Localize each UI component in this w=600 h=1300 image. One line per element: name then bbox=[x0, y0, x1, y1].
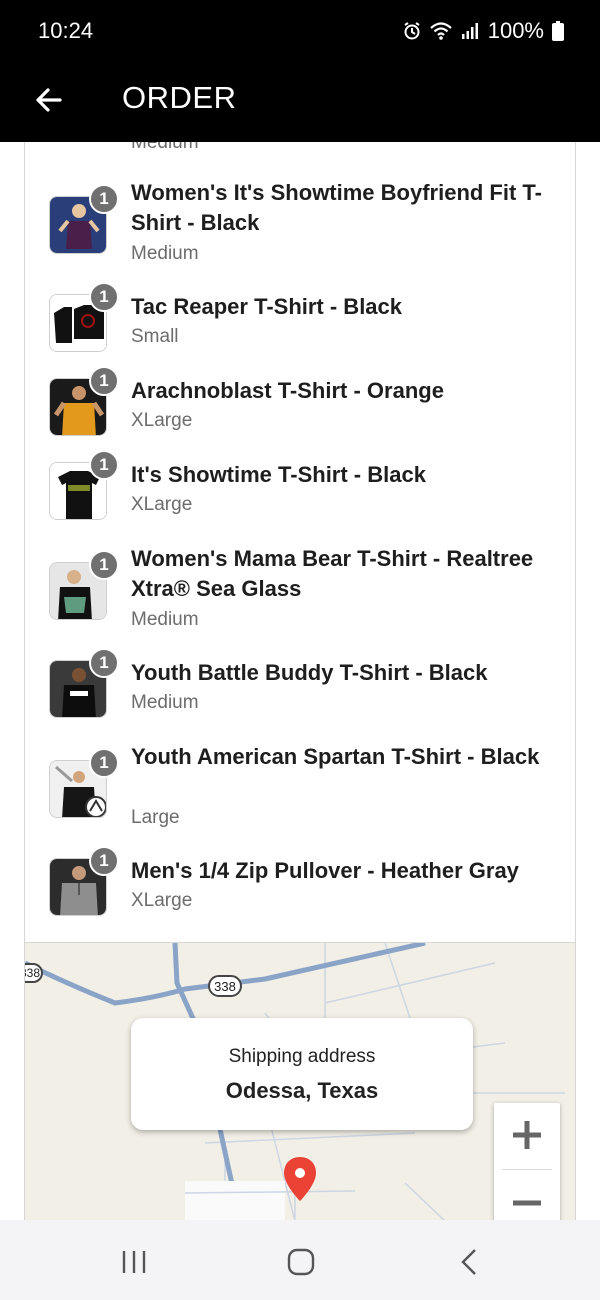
item-name: Youth Battle Buddy T-Shirt - Black bbox=[131, 660, 488, 685]
item-name: Women's Mama Bear T-Shirt - Realtree Xtr… bbox=[131, 546, 534, 601]
list-item[interactable]: 1 Arachnoblast T-Shirt - Orange XLarge bbox=[25, 366, 575, 436]
zoom-out-button[interactable] bbox=[494, 1171, 560, 1220]
item-name: Women's It's Showtime Boyfriend Fit T-Sh… bbox=[131, 180, 542, 235]
quantity-badge: 1 bbox=[89, 846, 119, 876]
list-item[interactable]: 1 Men's 1/4 Zip Pullover - Heather Gray … bbox=[25, 846, 575, 916]
page-title: ORDER bbox=[122, 80, 237, 115]
item-variant: Medium bbox=[131, 609, 199, 630]
item-variant: Medium bbox=[131, 243, 199, 264]
item-name: Arachnoblast T-Shirt - Orange bbox=[131, 378, 444, 403]
zoom-in-button[interactable] bbox=[494, 1103, 560, 1167]
shipping-address-label: Shipping address bbox=[228, 1046, 376, 1067]
item-name: Youth American Spartan T-Shirt - Black bbox=[131, 744, 540, 769]
plus-icon bbox=[513, 1121, 541, 1149]
item-variant: XLarge bbox=[131, 410, 193, 431]
quantity-badge: 1 bbox=[89, 550, 119, 580]
back-button[interactable] bbox=[26, 78, 70, 122]
item-variant: XLarge bbox=[131, 890, 193, 911]
recents-icon bbox=[122, 1251, 146, 1273]
list-item[interactable]: 1 It's Showtime T-Shirt - Black XLarge bbox=[25, 450, 575, 520]
list-item[interactable]: 1 Women's Mama Bear T-Shirt - Realtree X… bbox=[25, 544, 575, 634]
home-icon bbox=[287, 1248, 315, 1276]
zoom-control bbox=[494, 1103, 560, 1220]
chevron-left-icon bbox=[461, 1249, 476, 1275]
shipping-address-popup[interactable]: Shipping address Odessa, Texas bbox=[131, 1018, 473, 1130]
recents-button[interactable] bbox=[114, 1242, 154, 1282]
item-variant: Medium bbox=[131, 142, 199, 153]
road-shield: 338 bbox=[208, 975, 242, 997]
quantity-badge: 1 bbox=[89, 366, 119, 396]
alarm-icon bbox=[404, 22, 420, 40]
quantity-badge: 1 bbox=[89, 748, 119, 778]
map-pin-icon[interactable] bbox=[283, 1157, 317, 1201]
quantity-badge: 1 bbox=[89, 184, 119, 214]
list-item[interactable]: 1 Youth Battle Buddy T-Shirt - Black Med… bbox=[25, 648, 575, 718]
shipping-map[interactable]: 338 338 Shipping address Odessa, Texas bbox=[25, 942, 575, 1220]
item-variant: Small bbox=[131, 326, 179, 347]
app-bar: ORDER bbox=[0, 64, 600, 142]
item-variant: XLarge bbox=[131, 494, 193, 515]
item-variant: Large bbox=[131, 807, 180, 828]
status-bar: 10:24 100% bbox=[0, 0, 600, 64]
status-time: 10:24 bbox=[38, 18, 94, 43]
zoom-divider bbox=[502, 1169, 552, 1170]
status-icons: 100% bbox=[402, 18, 564, 44]
item-name: Tac Reaper T-Shirt - Black bbox=[131, 294, 403, 319]
road-label: 338 bbox=[214, 978, 236, 994]
minus-icon bbox=[513, 1200, 541, 1206]
item-name: It's Showtime T-Shirt - Black bbox=[131, 462, 426, 487]
list-item[interactable]: 1 Youth American Spartan T-Shirt - Black… bbox=[25, 742, 575, 832]
signal-icon bbox=[461, 23, 478, 39]
shipping-address-value: Odessa, Texas bbox=[225, 1078, 379, 1103]
battery-icon bbox=[552, 21, 564, 41]
arrow-left-icon bbox=[36, 88, 62, 112]
item-name: Men's 1/4 Zip Pullover - Heather Gray bbox=[131, 858, 519, 883]
system-nav-bar bbox=[0, 1220, 600, 1300]
list-item[interactable]: 1 Women's It's Showtime Boyfriend Fit T-… bbox=[25, 178, 575, 268]
order-card: Medium 1 Women's It's Showtime Boyfriend… bbox=[24, 142, 576, 1220]
home-button[interactable] bbox=[281, 1242, 321, 1282]
quantity-badge: 1 bbox=[89, 450, 119, 480]
battery-percent: 100% bbox=[487, 18, 544, 43]
quantity-badge: 1 bbox=[89, 648, 119, 678]
quantity-badge: 1 bbox=[89, 282, 119, 312]
back-nav-button[interactable] bbox=[450, 1242, 490, 1282]
road-label: 338 bbox=[25, 966, 41, 980]
item-variant: Medium bbox=[131, 692, 199, 713]
wifi-icon bbox=[429, 22, 452, 40]
list-item[interactable]: 1 Tac Reaper T-Shirt - Black Small bbox=[25, 282, 575, 352]
